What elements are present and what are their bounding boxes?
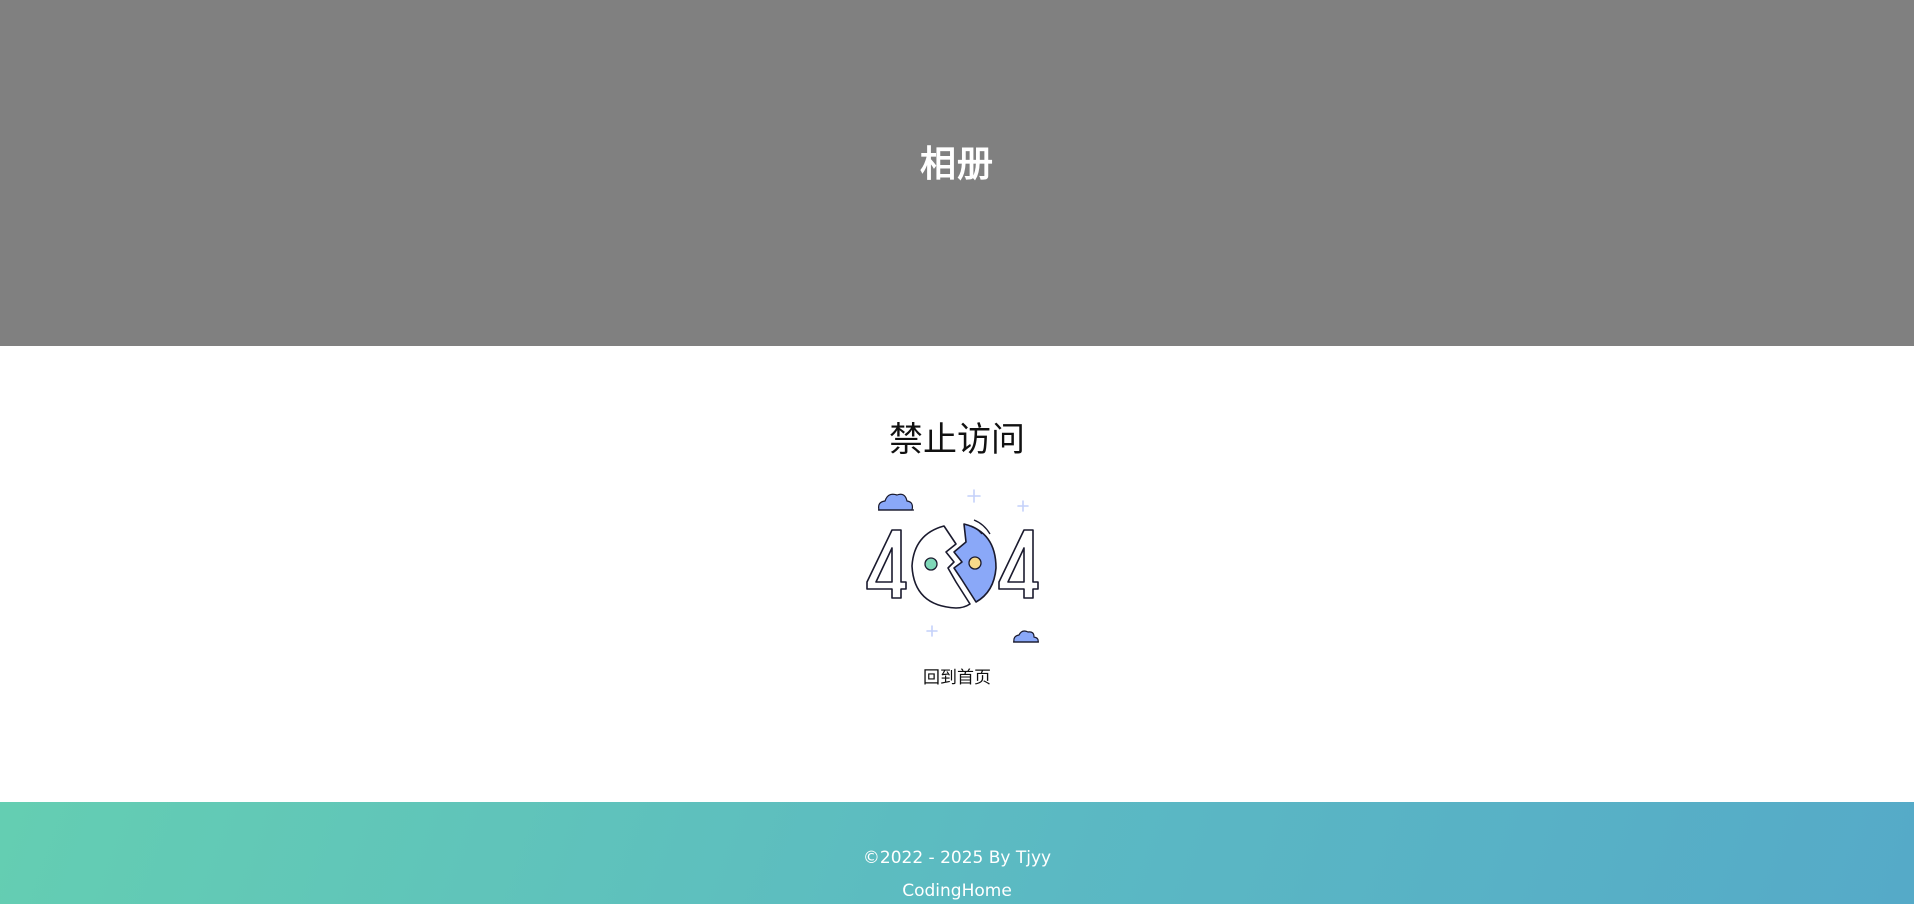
cloud-icon [1013, 630, 1039, 643]
footer-copyright: ©2022 - 2025 By Tjyy [862, 848, 1052, 868]
green-dot [924, 557, 938, 571]
site-footer: ©2022 - 2025 By Tjyy CodingHome [0, 802, 1914, 904]
footer-site-name: CodingHome [902, 881, 1012, 901]
cloud-icon [878, 493, 914, 511]
page-header-banner: 相册 [0, 0, 1914, 346]
digit-four-right [998, 529, 1039, 599]
digit-four-left [866, 529, 907, 599]
back-to-home-link[interactable]: 回到首页 [0, 666, 1914, 690]
error-title: 禁止访问 [889, 420, 1025, 460]
yellow-dot [968, 556, 982, 570]
main-content: 禁止访问 回到首页 [0, 346, 1914, 802]
page-title: 相册 [919, 144, 994, 185]
404-illustration-icon [866, 489, 1039, 643]
